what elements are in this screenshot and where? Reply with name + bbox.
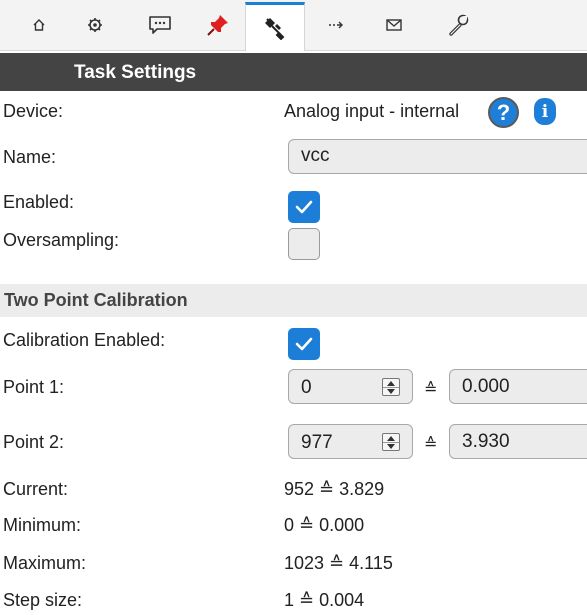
current-value: 952 ≙ 3.829 [284,479,385,499]
point2-raw-input[interactable]: 977 [288,424,413,459]
point1-equals-symbol: ≙ [424,381,438,398]
info-icon[interactable]: i [534,98,556,125]
step-size-value: 1 ≙ 0.004 [284,590,365,610]
checkmark-icon [295,337,313,351]
mail-icon [386,19,402,31]
name-input[interactable]: vcc [288,139,587,174]
tab-settings[interactable] [67,0,123,50]
enabled-label: Enabled: [3,192,75,212]
maximum-value: 1023 ≙ 4.115 [284,553,393,573]
minimum-label: Minimum: [3,515,82,535]
help-icon[interactable]: ? [488,97,519,128]
point2-spinner[interactable] [382,433,400,451]
current-label: Current: [3,479,69,499]
info-glyph: i [541,101,549,122]
plug-icon [265,18,285,40]
enabled-checkbox[interactable] [288,191,320,223]
tab-pins[interactable] [190,0,246,50]
point1-raw-input[interactable]: 0 [288,369,413,404]
step-size-label: Step size: [3,590,83,610]
home-icon [33,19,45,31]
arrow-right-icon [329,21,343,29]
oversampling-label: Oversampling: [3,230,120,250]
point1-raw-value: 0 [301,377,312,398]
point2-raw-value: 977 [301,432,333,453]
point2-equals-symbol: ≙ [424,436,438,453]
point2-value-input[interactable]: 3.930 [449,424,587,459]
minimum-value: 0 ≙ 0.000 [284,515,365,535]
tab-notifications[interactable] [366,0,422,50]
point1-label: Point 1: [3,377,65,397]
page-title: Task Settings [74,62,197,83]
tab-bar [0,0,587,51]
oversampling-checkbox[interactable] [288,228,320,260]
device-value: Analog input - internal [284,101,460,121]
name-label: Name: [3,147,57,167]
task-settings-header: Task Settings [0,53,587,91]
section-title: Two Point Calibration [4,290,188,310]
calibration-section-header: Two Point Calibration [0,284,587,317]
pin-icon [207,15,228,36]
gear-icon [88,18,102,32]
help-glyph: ? [496,99,511,125]
calibration-enabled-label: Calibration Enabled: [3,330,166,350]
chat-icon [149,16,171,34]
calibration-enabled-checkbox[interactable] [288,328,320,360]
point2-label: Point 2: [3,432,65,452]
tab-home[interactable] [11,0,67,50]
tab-rules[interactable] [308,0,364,50]
checkmark-icon [295,200,313,214]
point1-spinner[interactable] [382,378,400,396]
tab-devices[interactable] [245,2,305,51]
point1-value-input[interactable]: 0.000 [449,369,587,404]
device-label: Device: [3,101,64,121]
tab-tools[interactable] [430,0,486,50]
tab-messages[interactable] [132,0,188,50]
maximum-label: Maximum: [3,553,87,573]
wrench-icon [449,14,469,36]
